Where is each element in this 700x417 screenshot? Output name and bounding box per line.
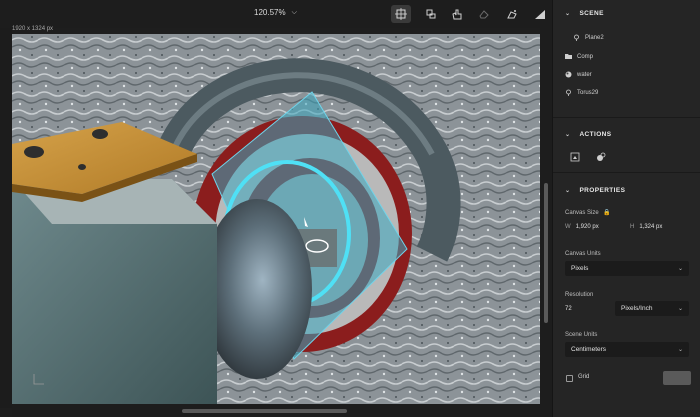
- scene-item-torus29[interactable]: Torus29: [565, 89, 598, 96]
- chevron-down-icon: ⌄: [565, 10, 571, 17]
- scene-units-label: Scene Units: [565, 332, 598, 338]
- scene-title: SCENE: [579, 9, 604, 17]
- viewport-vertical-scrollbar[interactable]: [540, 28, 552, 417]
- scene-section-header[interactable]: ⌄ SCENE: [553, 3, 700, 23]
- chevron-down-icon: ⌵: [291, 8, 297, 16]
- canvas-width-field[interactable]: W 1,920 px: [565, 224, 599, 230]
- zoom-dropdown[interactable]: 120.57% ⌵: [254, 8, 297, 17]
- properties-section-header[interactable]: ⌄ PROPERTIES: [553, 180, 700, 200]
- scene-item-water[interactable]: water: [565, 71, 592, 78]
- light-icon: [565, 89, 572, 96]
- transform-icon[interactable]: [421, 5, 441, 23]
- chevron-down-icon: ⌄: [565, 187, 571, 194]
- grid-label: Grid: [578, 374, 590, 380]
- chevron-down-icon: ⌄: [677, 347, 683, 353]
- artboard-icon[interactable]: [391, 5, 411, 23]
- divider: [553, 117, 700, 118]
- actions-title: ACTIONS: [579, 130, 612, 138]
- material-icon: [565, 71, 572, 78]
- resolution-label: Resolution: [565, 292, 594, 298]
- top-toolbar: 120.57% ⌵: [0, 0, 552, 28]
- canvas-size-label: Canvas Size 🔒: [565, 210, 611, 216]
- scene-viewport[interactable]: [12, 34, 540, 404]
- canvas-height-field[interactable]: H 1,324 px: [630, 224, 662, 230]
- properties-title: PROPERTIES: [579, 186, 626, 194]
- light-icon: [573, 34, 580, 41]
- action-export-icon[interactable]: [593, 150, 609, 164]
- left-gutter: [0, 28, 12, 408]
- chevron-down-icon: ⌄: [677, 266, 683, 272]
- resolution-field[interactable]: 72: [565, 306, 572, 312]
- actions-section-header[interactable]: ⌄ ACTIONS: [553, 124, 700, 144]
- canvas-units-select[interactable]: Pixels ⌄: [565, 261, 689, 276]
- resolution-unit-select[interactable]: Pixels/Inch ⌄: [615, 301, 689, 316]
- select-hand-icon[interactable]: [447, 5, 467, 23]
- grid-checkbox[interactable]: [566, 375, 573, 382]
- action-render-icon[interactable]: [567, 150, 583, 164]
- scene-item-plane2[interactable]: Plane2: [573, 34, 604, 41]
- magic-select-icon[interactable]: [502, 5, 522, 23]
- eraser-icon[interactable]: [474, 5, 494, 23]
- canvas-size-readout: 1920 x 1324 px: [12, 26, 54, 32]
- chevron-down-icon: ⌄: [677, 306, 683, 312]
- grid-color-swatch[interactable]: [663, 371, 691, 385]
- histogram-icon[interactable]: [530, 5, 550, 23]
- canvas-units-label: Canvas Units: [565, 251, 601, 257]
- right-panel: ⌄ SCENE Plane2 Comp water Torus29 ⌄ ACTI…: [552, 0, 700, 417]
- viewport-render: [12, 34, 540, 404]
- lock-icon[interactable]: 🔒: [603, 210, 610, 216]
- divider: [553, 172, 700, 173]
- scene-item-comp[interactable]: Comp: [565, 53, 593, 60]
- chevron-down-icon: ⌄: [565, 131, 571, 138]
- zoom-value: 120.57%: [254, 8, 286, 17]
- folder-icon: [565, 53, 572, 60]
- viewport-horizontal-scrollbar[interactable]: [12, 404, 540, 417]
- scene-units-select[interactable]: Centimeters ⌄: [565, 342, 689, 357]
